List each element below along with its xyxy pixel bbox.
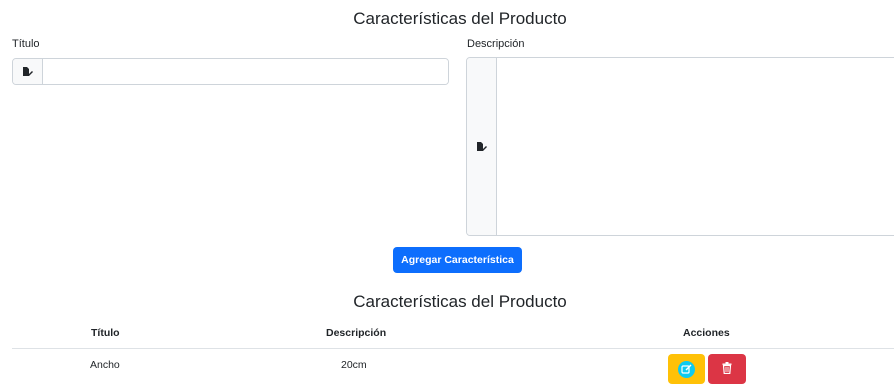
titulo-label: Título xyxy=(12,38,40,50)
titulo-input-group xyxy=(12,58,449,85)
trash-icon xyxy=(722,361,732,377)
form-title: Características del Producto xyxy=(353,9,567,28)
cell-descripcion: 20cm xyxy=(341,359,367,371)
table-title: Características del Producto xyxy=(353,292,567,311)
edit-document-icon xyxy=(13,59,43,84)
descripcion-textarea[interactable] xyxy=(497,58,894,235)
descripcion-label: Descripción xyxy=(467,38,525,50)
column-header-titulo: Título xyxy=(91,327,120,339)
titulo-input[interactable] xyxy=(43,59,448,84)
edit-icon xyxy=(678,360,695,378)
column-header-acciones: Acciones xyxy=(683,327,730,339)
edit-document-icon xyxy=(467,58,497,235)
cell-titulo: Ancho xyxy=(90,359,120,371)
table-header-divider xyxy=(12,348,894,349)
delete-button[interactable] xyxy=(708,354,746,384)
add-characteristic-button[interactable]: Agregar Característica xyxy=(393,247,522,273)
edit-button[interactable] xyxy=(668,354,705,384)
descripcion-input-group xyxy=(466,57,894,236)
column-header-descripcion: Descripción xyxy=(326,327,387,339)
